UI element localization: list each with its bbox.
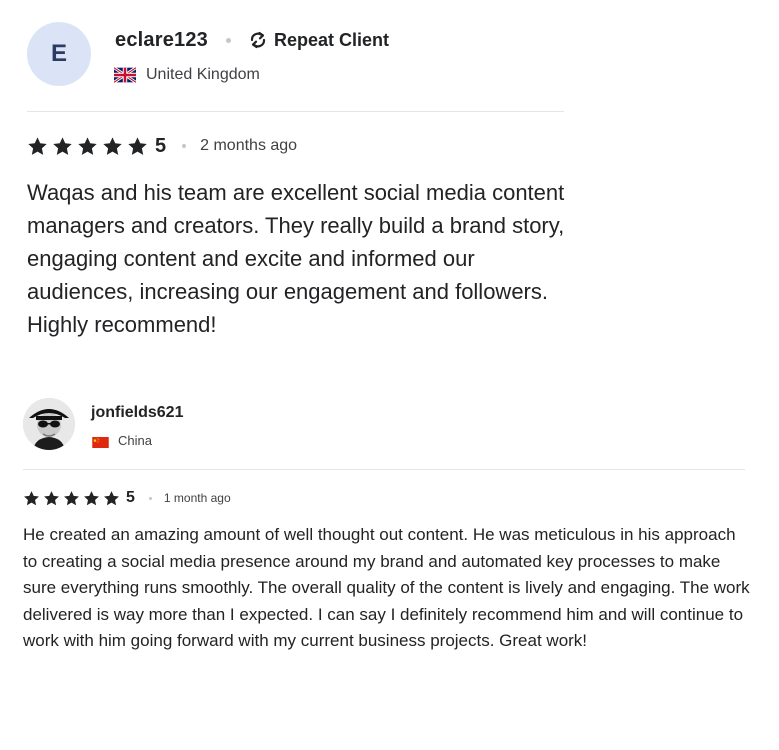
rating-row: 5 1 month ago — [23, 487, 231, 509]
rating-score: 5 — [126, 489, 135, 506]
reviewer-username[interactable]: eclare123 — [115, 29, 208, 52]
repeat-icon — [247, 29, 269, 51]
divider — [23, 469, 745, 470]
rating-score: 5 — [155, 134, 167, 157]
reviewer-username[interactable]: jonfields621 — [91, 404, 183, 422]
repeat-client-badge: Repeat Client — [274, 29, 390, 50]
reviewer-country: China — [118, 433, 152, 448]
star-icon — [63, 490, 80, 507]
star-icon — [23, 490, 40, 507]
reviewer-header: jonfields621 China — [23, 398, 745, 468]
rating-row: 5 2 months ago — [27, 133, 297, 159]
star-icon — [102, 136, 123, 157]
star-icon — [27, 136, 48, 157]
star-icon — [52, 136, 73, 157]
reviewer-country: United Kingdom — [146, 66, 260, 83]
avatar[interactable]: E — [27, 22, 91, 86]
review-time: 1 month ago — [163, 491, 231, 505]
avatar-letter: E — [50, 40, 67, 67]
star-icon — [77, 136, 98, 157]
star-icon — [127, 136, 148, 157]
star-icon — [103, 490, 120, 507]
reviewer-country-row: United Kingdom — [113, 66, 260, 84]
review-text: Waqas and his team are excellent social … — [27, 180, 565, 337]
reviewer-name-row: eclare123 Repeat Client — [115, 28, 389, 52]
separator-dot — [226, 37, 232, 43]
china-flag-icon — [92, 435, 109, 448]
star-icon — [83, 490, 100, 507]
reviewer-country-row: China — [92, 433, 152, 448]
star-icon — [43, 490, 60, 507]
user-photo-avatar[interactable] — [23, 398, 75, 450]
separator-dot — [148, 496, 152, 500]
reviewer-header: E eclare123 Repeat Client United Kingdom — [27, 22, 564, 112]
review-text: He created an amazing amount of well tho… — [23, 525, 750, 650]
review-time: 2 months ago — [200, 137, 298, 154]
uk-flag-icon — [113, 66, 137, 84]
separator-dot — [182, 144, 187, 148]
divider — [27, 111, 564, 112]
